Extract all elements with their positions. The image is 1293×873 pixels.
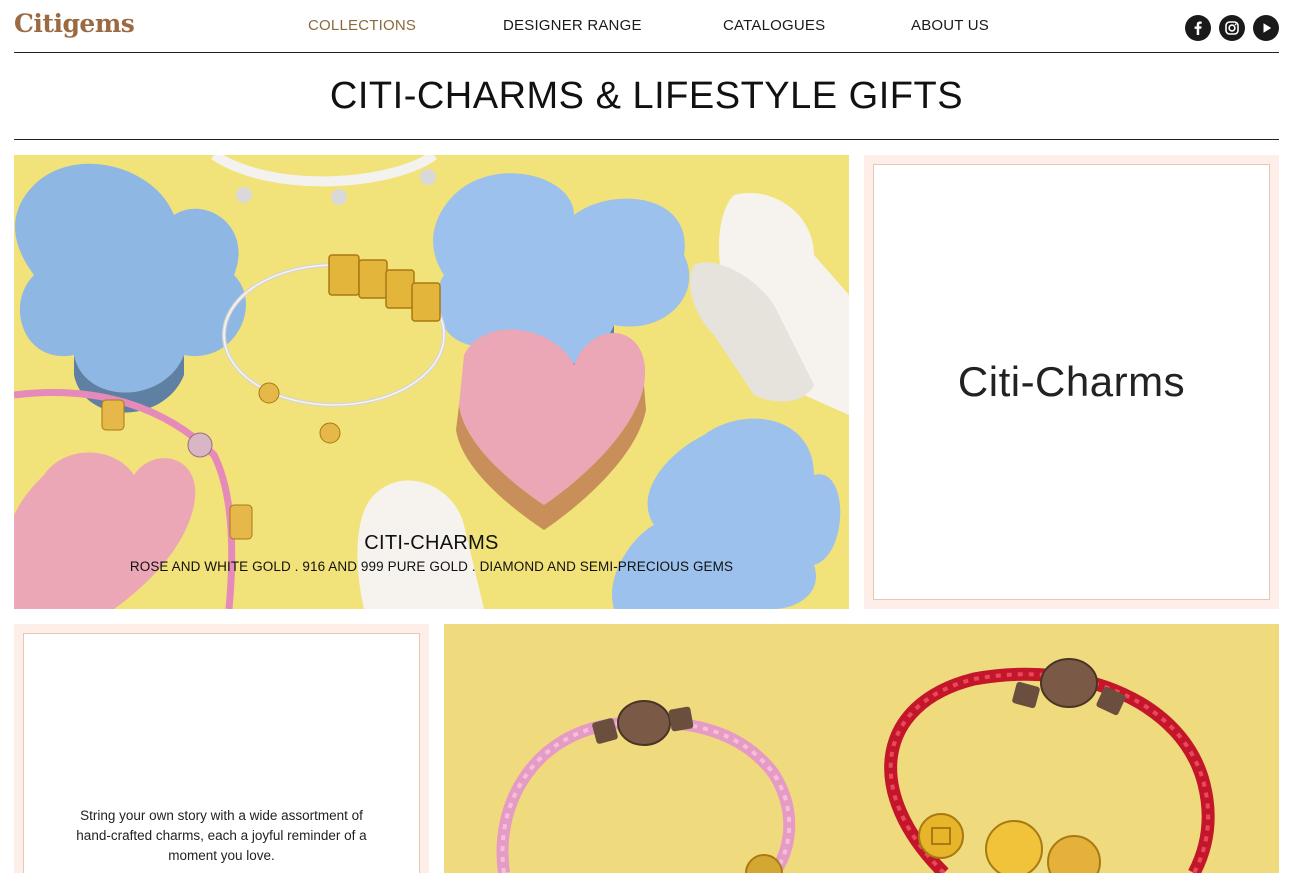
category-card: Citi-Charms xyxy=(873,164,1270,600)
category-panel[interactable]: Citi-Charms xyxy=(864,155,1279,609)
description-panel: String your own story with a wide assort… xyxy=(14,624,429,873)
product-image[interactable] xyxy=(444,624,1279,873)
nav-item-about-us[interactable]: ABOUT US xyxy=(911,17,989,34)
nav-item-designer-range[interactable]: DESIGNER RANGE xyxy=(503,17,642,34)
description-card: String your own story with a wide assort… xyxy=(23,633,420,873)
bracelet-product-photo xyxy=(496,658,1215,873)
page-title: CITI-CHARMS & LIFESTYLE GIFTS xyxy=(329,75,964,117)
facebook-icon[interactable] xyxy=(1185,15,1211,41)
category-label: Citi-Charms xyxy=(957,358,1186,405)
youtube-play-icon[interactable] xyxy=(1253,15,1279,41)
hero-caption-title: CITI-CHARMS xyxy=(364,532,499,554)
social-links xyxy=(1185,15,1279,41)
nav-item-collections[interactable]: COLLECTIONS xyxy=(308,17,416,34)
title-bar: CITI-CHARMS & LIFESTYLE GIFTS xyxy=(14,54,1279,140)
nav-item-catalogues[interactable]: CATALOGUES xyxy=(723,17,825,34)
hero-caption: CITI-CHARMS ROSE AND WHITE GOLD . 916 AN… xyxy=(14,532,849,574)
site-header: Citigems COLLECTIONS DESIGNER RANGE CATA… xyxy=(14,0,1279,53)
description-text: String your own story with a wide assort… xyxy=(76,808,367,863)
hero-banner[interactable]: CITI-CHARMS ROSE AND WHITE GOLD . 916 AN… xyxy=(14,155,849,609)
instagram-icon[interactable] xyxy=(1219,15,1245,41)
hero-caption-subtitle: ROSE AND WHITE GOLD . 916 AND 999 PURE G… xyxy=(129,559,734,574)
main-nav: COLLECTIONS DESIGNER RANGE CATALOGUES AB… xyxy=(14,17,1279,37)
